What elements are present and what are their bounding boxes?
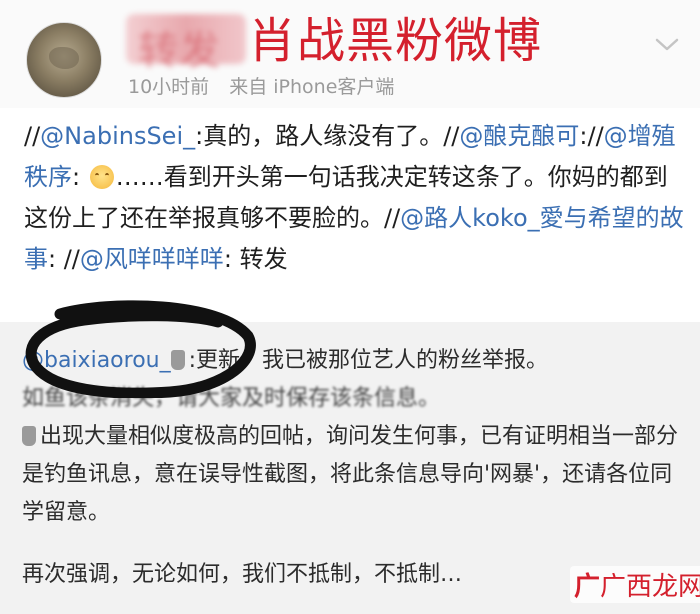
blurred-username: 转发: [126, 14, 246, 74]
original-line-1-text: :更新：我已被那位艺人的粉丝举报。: [188, 348, 549, 373]
original-line-1: @baixiaorou_ :更新：我已被那位艺人的粉丝举报。: [22, 342, 682, 380]
post-meta: 10小时前 来自 iPhone客户端: [128, 72, 408, 99]
smile-emoji: [89, 165, 114, 189]
repost-text-segment: ://: [579, 122, 604, 150]
pin-icon: [170, 350, 185, 370]
post-time: 10小时前: [128, 76, 210, 98]
repost-text-segment: :: [72, 163, 88, 191]
pin-icon: [22, 426, 36, 446]
original-line-2: 如鱼该条消失，请大家及时保存该条信息。: [22, 380, 682, 418]
repost-text: //@NabinsSei_:真的，路人缘没有了。//@酿克酿可://@增殖秩序:…: [24, 116, 684, 280]
original-author-link[interactable]: @baixiaorou_: [22, 348, 171, 373]
post-header: 转发 肖战黑粉微博 10小时前 来自 iPhone客户端: [0, 0, 700, 108]
original-para-2: 出现大量相似度极高的回帖，询问发生何事，已有证明相当一部分是钓鱼讯息，意在误导性…: [22, 418, 682, 532]
chevron-down-icon[interactable]: [652, 30, 682, 60]
post-source: 来自 iPhone客户端: [229, 76, 395, 98]
username-title[interactable]: 肖战黑粉微博: [248, 12, 542, 70]
mention-link[interactable]: @风咩咩咩咩: [80, 245, 224, 273]
blurred-username-text: 转发: [138, 28, 222, 74]
original-post-text: @baixiaorou_ :更新：我已被那位艺人的粉丝举报。 如鱼该条消失，请大家…: [22, 342, 682, 594]
watermark-logo-icon: 广: [574, 572, 601, 602]
original-para-2-text: 出现大量相似度极高的回帖，询问发生何事，已有证明相当一部分是钓鱼讯息，意在误导性…: [22, 424, 679, 525]
repost-text-segment: : 转发: [223, 245, 288, 273]
avatar[interactable]: [26, 22, 102, 98]
repost-text-segment: :真的，路人缘没有了。//: [195, 122, 460, 150]
mention-link[interactable]: @酿克酿可: [459, 122, 579, 150]
watermark-text: 广西龙网: [600, 572, 700, 602]
avatar-image: [49, 47, 79, 69]
repost-text-segment: //: [24, 122, 41, 150]
original-line-2-text: 如鱼该条消失，请大家及时保存该条信息。: [22, 386, 441, 411]
mention-link[interactable]: @NabinsSei_: [40, 122, 195, 150]
watermark: 广广西龙网: [570, 566, 700, 603]
repost-text-segment: : //: [48, 245, 80, 273]
